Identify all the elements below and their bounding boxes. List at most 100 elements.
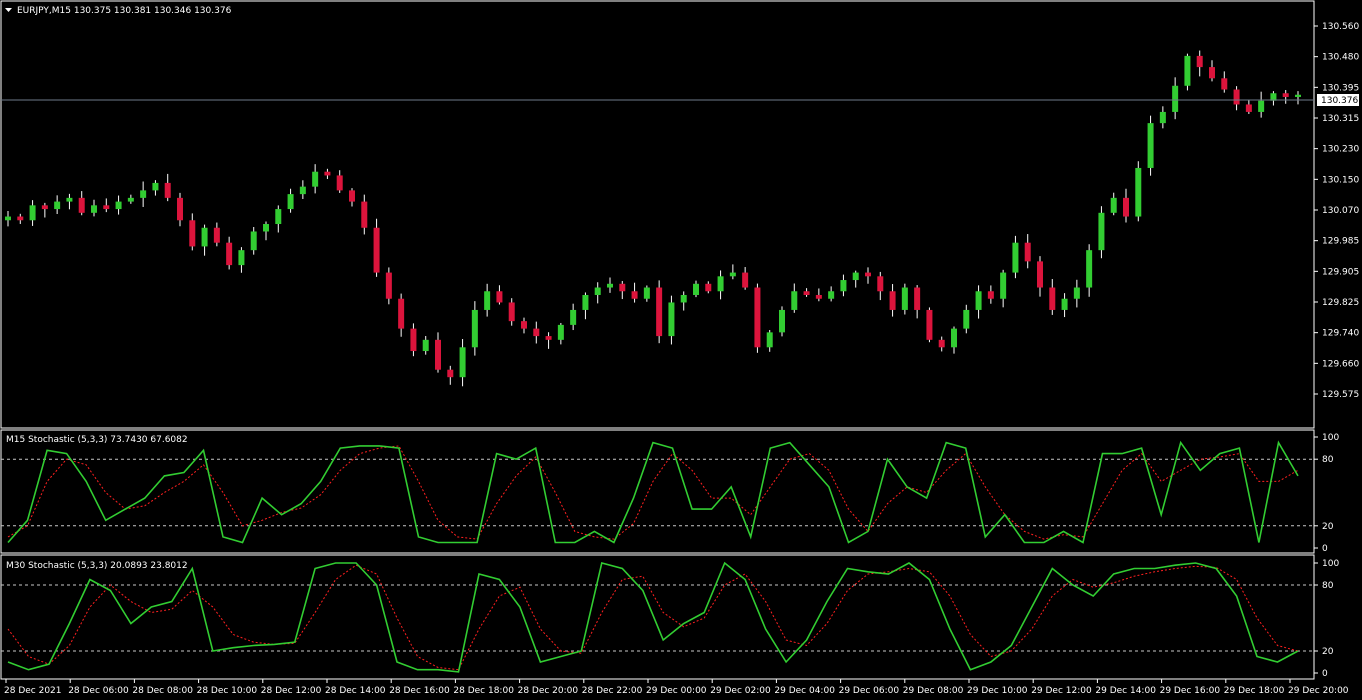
candle-bull[interactable] [557,324,564,340]
candle-bear[interactable] [1209,67,1215,79]
candle-bull[interactable] [963,309,970,329]
candle-bull[interactable] [1000,272,1007,299]
candle-bear[interactable] [754,287,761,348]
candle-bull[interactable] [1135,167,1142,217]
candle-bear[interactable] [78,197,85,213]
candle-bear[interactable] [189,220,196,247]
candle-bear[interactable] [1245,104,1252,112]
candle-bear[interactable] [164,182,171,198]
candle-bear[interactable] [447,369,454,378]
candle-bear[interactable] [1037,261,1043,288]
candle-bear[interactable] [1282,93,1289,97]
candle-bear[interactable] [865,272,871,277]
candle-bear[interactable] [226,242,233,266]
candle-bull[interactable] [5,216,11,221]
price-panel[interactable]: EURJPY,M15 130.375 130.381 130.346 130.3… [0,0,1315,429]
candle-bull[interactable] [115,201,122,210]
candle-bull[interactable] [422,339,429,352]
candle-bull[interactable] [582,294,589,310]
candle-bear[interactable] [373,227,380,273]
candle-bull[interactable] [91,205,97,213]
candle-bear[interactable] [545,336,552,340]
candle-bull[interactable] [729,272,736,277]
candle-bull[interactable] [29,205,36,221]
candle-bear[interactable] [1123,197,1129,217]
candle-bull[interactable] [975,291,982,310]
candle-bear[interactable] [435,339,441,370]
candle-bull[interactable] [312,171,319,187]
candle-bull[interactable] [607,283,613,288]
candle-bear[interactable] [914,287,921,310]
candle-bear[interactable] [938,339,945,348]
candle-bull[interactable] [901,287,908,310]
candle-bull[interactable] [484,291,491,310]
candle-bear[interactable] [889,291,896,310]
candle-bear[interactable] [521,321,527,329]
candle-bear[interactable] [705,283,712,292]
candle-bull[interactable] [1086,250,1093,288]
stoch-m15-panel[interactable]: 100 80 20 0 M15 Stochastic (5,3,3) 73.7430 … [0,429,1339,554]
candle-bear[interactable] [877,276,884,292]
candle-bull[interactable] [1295,94,1301,97]
candle-bull[interactable] [1258,100,1265,112]
candle-bear[interactable] [17,216,24,221]
candle-bear[interactable] [213,227,220,243]
candle-bull[interactable] [779,309,785,333]
candle-bear[interactable] [631,291,638,299]
candle-bull[interactable] [238,250,245,266]
candle-bear[interactable] [1024,242,1031,262]
candle-bear[interactable] [177,197,183,221]
candle-bear[interactable] [1049,287,1056,310]
candle-bull[interactable] [287,194,294,210]
candle-bull[interactable] [643,287,650,299]
candle-bull[interactable] [459,347,466,378]
candle-bear[interactable] [619,283,626,292]
terminal-chart-window[interactable]: EURJPY,M15 130.375 130.381 130.346 130.3… [0,0,1362,700]
candle-bull[interactable] [1061,298,1068,310]
candle-bull[interactable] [263,224,269,232]
candle-bull[interactable] [250,231,257,251]
candle-bear[interactable] [803,291,810,295]
candle-bear[interactable] [324,171,331,176]
candle-bull[interactable] [54,201,61,210]
price-axis[interactable]: 130.560 130.480 130.395 130.315 130.230 130.1… [1314,22,1359,400]
candle-bull[interactable] [717,276,724,292]
candle-bull[interactable] [1098,212,1105,251]
candle-bear[interactable] [398,298,405,329]
candle-bull[interactable] [1159,111,1166,124]
candle-bull[interactable] [951,328,957,348]
candle-bear[interactable] [1221,78,1228,90]
candle-bear[interactable] [987,291,994,299]
candle-bear[interactable] [349,190,355,202]
candle-bear[interactable] [385,272,392,299]
candle-bull[interactable] [299,186,306,195]
candles[interactable] [5,50,1301,387]
candle-bear[interactable] [656,287,663,337]
candle-bull[interactable] [1184,55,1191,86]
candle-bull[interactable] [594,287,601,295]
candle-bull[interactable] [140,190,147,198]
candle-bear[interactable] [41,205,48,210]
candle-bull[interactable] [201,227,208,247]
candle-bear[interactable] [361,201,368,228]
candle-bear[interactable] [815,294,822,299]
time-axis[interactable]: 28 Dec 2021 28 Dec 06:00 28 Dec 08:00 28 De… [4,679,1349,696]
candle-bear[interactable] [1196,55,1203,68]
candle-bull[interactable] [570,309,577,325]
candle-bull[interactable] [1073,287,1080,299]
candle-bear[interactable] [926,309,933,340]
candle-bull[interactable] [828,291,835,299]
candle-bear[interactable] [410,328,417,352]
candle-bull[interactable] [680,294,687,303]
candle-bull[interactable] [668,302,675,337]
stoch-m30-panel[interactable]: 100 80 20 0 M30 Stochastic (5,3,3) 20.0893 … [0,554,1339,680]
candle-bear[interactable] [742,272,749,288]
candle-bull[interactable] [152,182,159,191]
menu-triangle-icon[interactable] [5,8,12,12]
candle-bull[interactable] [766,332,773,348]
candle-bull[interactable] [275,209,282,225]
candle-bull[interactable] [127,197,134,202]
candle-bear[interactable] [336,175,343,191]
candle-bull[interactable] [1012,242,1019,273]
candle-bull[interactable] [66,197,73,202]
